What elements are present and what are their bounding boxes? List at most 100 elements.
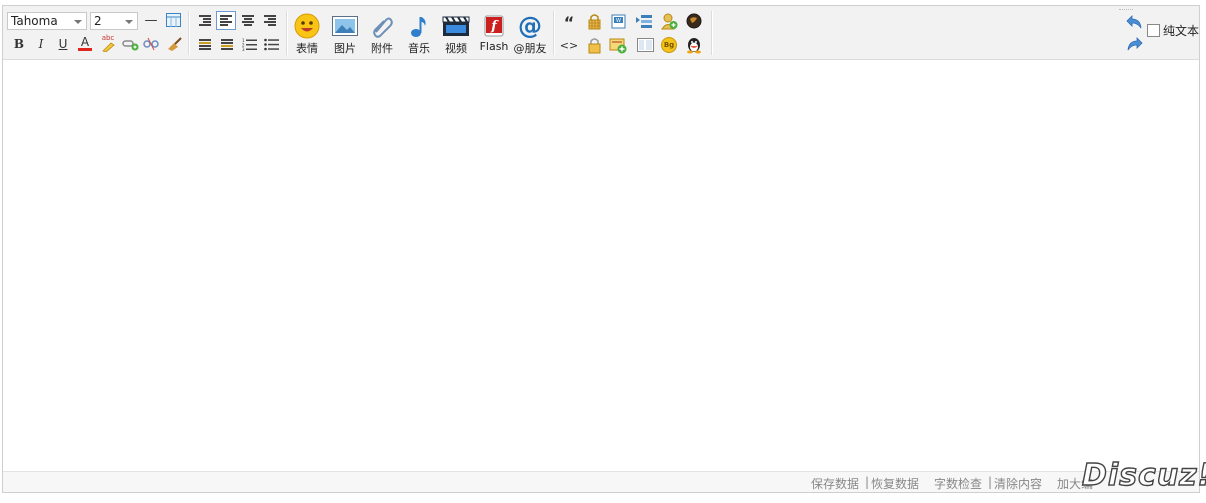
font-color-icon: A	[80, 34, 90, 49]
lock-icon	[588, 13, 600, 29]
plain-text-checkbox[interactable]	[1147, 24, 1160, 37]
table-button[interactable]	[165, 12, 181, 28]
horizontal-rule-button[interactable]: —	[144, 12, 158, 28]
broom-icon	[167, 36, 182, 51]
quote-icon: “	[563, 12, 575, 32]
align-left-button[interactable]	[216, 11, 236, 30]
index-icon	[636, 14, 652, 28]
table-icon	[165, 13, 181, 27]
float-left-icon	[199, 38, 211, 51]
float-right-icon	[221, 38, 233, 51]
qq-button[interactable]	[685, 36, 703, 54]
emoticon-button[interactable]: 表情	[291, 13, 323, 56]
unlink-button[interactable]	[143, 36, 159, 52]
columns-icon	[636, 38, 654, 52]
music-label: 音乐	[408, 42, 430, 55]
clear-content-link[interactable]: 清除内容	[994, 475, 1042, 492]
mention-label: @朋友	[513, 42, 547, 55]
bg-label: Bg	[663, 41, 675, 49]
unordered-list-button[interactable]	[263, 36, 279, 52]
smiley-icon	[294, 13, 320, 39]
index-button[interactable]	[635, 13, 653, 29]
video-label: 视频	[445, 42, 467, 55]
box-icon: W	[611, 14, 625, 28]
bg-icon: Bg	[661, 37, 677, 53]
indent-icon	[199, 14, 211, 27]
ordered-list-button[interactable]: 123	[241, 36, 257, 52]
font-size-value: 2	[94, 14, 102, 28]
music-note-icon	[411, 17, 426, 37]
horizontal-rule-icon: —	[144, 12, 158, 28]
status-divider: |	[988, 475, 993, 489]
float-right-button[interactable]	[219, 36, 235, 52]
music-button[interactable]: 音乐	[403, 14, 435, 56]
align-center-button[interactable]	[240, 12, 256, 28]
pencil-icon	[102, 42, 115, 52]
status-divider: |	[865, 475, 870, 489]
flash-button[interactable]: f Flash	[478, 14, 510, 56]
toolbar-divider	[188, 11, 190, 55]
highlight-button[interactable]: abc	[99, 33, 117, 53]
svg-text:W: W	[616, 18, 621, 24]
user-button[interactable]	[660, 12, 678, 30]
image-button[interactable]: 图片	[329, 14, 361, 56]
attachment-button[interactable]: 附件	[366, 14, 398, 56]
columns-button[interactable]	[636, 37, 654, 53]
paperclip-icon	[373, 17, 393, 38]
svg-text:3: 3	[242, 47, 245, 51]
italic-icon: I	[38, 37, 44, 51]
code-button[interactable]: <>	[560, 37, 578, 53]
image-icon	[332, 16, 358, 36]
clapperboard-icon	[442, 16, 470, 36]
globe-button[interactable]	[685, 12, 703, 30]
editor-status-bar: 保存数据 | 恢复数据 字数检查 | 清除内容 加大编	[3, 471, 1199, 492]
toolbar-divider	[553, 11, 555, 55]
font-family-select[interactable]: Tahoma	[7, 12, 87, 30]
align-center-icon	[242, 14, 254, 27]
link-icon	[121, 40, 138, 51]
chevron-down-icon	[125, 20, 133, 24]
underline-icon: U	[58, 37, 68, 51]
code-icon: <>	[559, 38, 579, 52]
hide-content-button[interactable]	[586, 12, 602, 30]
emoticon-label: 表情	[296, 42, 318, 55]
align-right-button[interactable]	[262, 12, 278, 28]
globe-icon	[686, 13, 702, 29]
link-button[interactable]	[121, 36, 139, 52]
float-left-button[interactable]	[197, 36, 213, 52]
user-add-icon	[661, 13, 678, 30]
image-label: 图片	[334, 42, 356, 55]
font-color-bar	[78, 47, 92, 51]
video-button[interactable]: 视频	[440, 14, 472, 56]
discuz-logo-watermark: Discuz!	[1081, 457, 1206, 493]
unordered-list-icon	[263, 38, 279, 50]
save-data-link[interactable]: 保存数据	[811, 475, 859, 492]
resize-grip[interactable]	[1119, 9, 1133, 12]
free-content-button[interactable]: W	[610, 13, 626, 29]
attachment-label: 附件	[371, 42, 393, 55]
font-color-button[interactable]: A	[77, 34, 93, 52]
toolbar-divider	[286, 11, 288, 55]
quote-button[interactable]: “	[561, 12, 577, 32]
undo-button[interactable]	[1125, 14, 1143, 30]
restore-data-link[interactable]: 恢复数据	[871, 475, 919, 492]
font-family-value: Tahoma	[11, 14, 58, 28]
highlight-icon: abc	[101, 34, 115, 42]
toolbar-divider	[711, 11, 713, 55]
background-button[interactable]: Bg	[660, 36, 678, 54]
editor-content-area[interactable]	[3, 60, 1199, 472]
mention-button[interactable]: @ @朋友	[513, 14, 547, 56]
underline-button[interactable]: U	[56, 36, 70, 52]
indent-button[interactable]	[195, 12, 211, 28]
clear-format-button[interactable]	[165, 35, 183, 51]
paid-content-button[interactable]	[586, 36, 602, 54]
redo-button[interactable]	[1125, 36, 1143, 52]
plain-text-toggle[interactable]: 纯文本	[1147, 22, 1199, 39]
font-size-select[interactable]: 2	[90, 12, 138, 30]
word-count-check-link[interactable]: 字数检查	[934, 475, 982, 492]
flash-label: Flash	[479, 40, 509, 53]
insert-content-button[interactable]	[609, 36, 627, 54]
ordered-list-icon: 123	[242, 38, 257, 51]
bold-button[interactable]: B	[12, 36, 26, 52]
italic-button[interactable]: I	[34, 36, 48, 52]
